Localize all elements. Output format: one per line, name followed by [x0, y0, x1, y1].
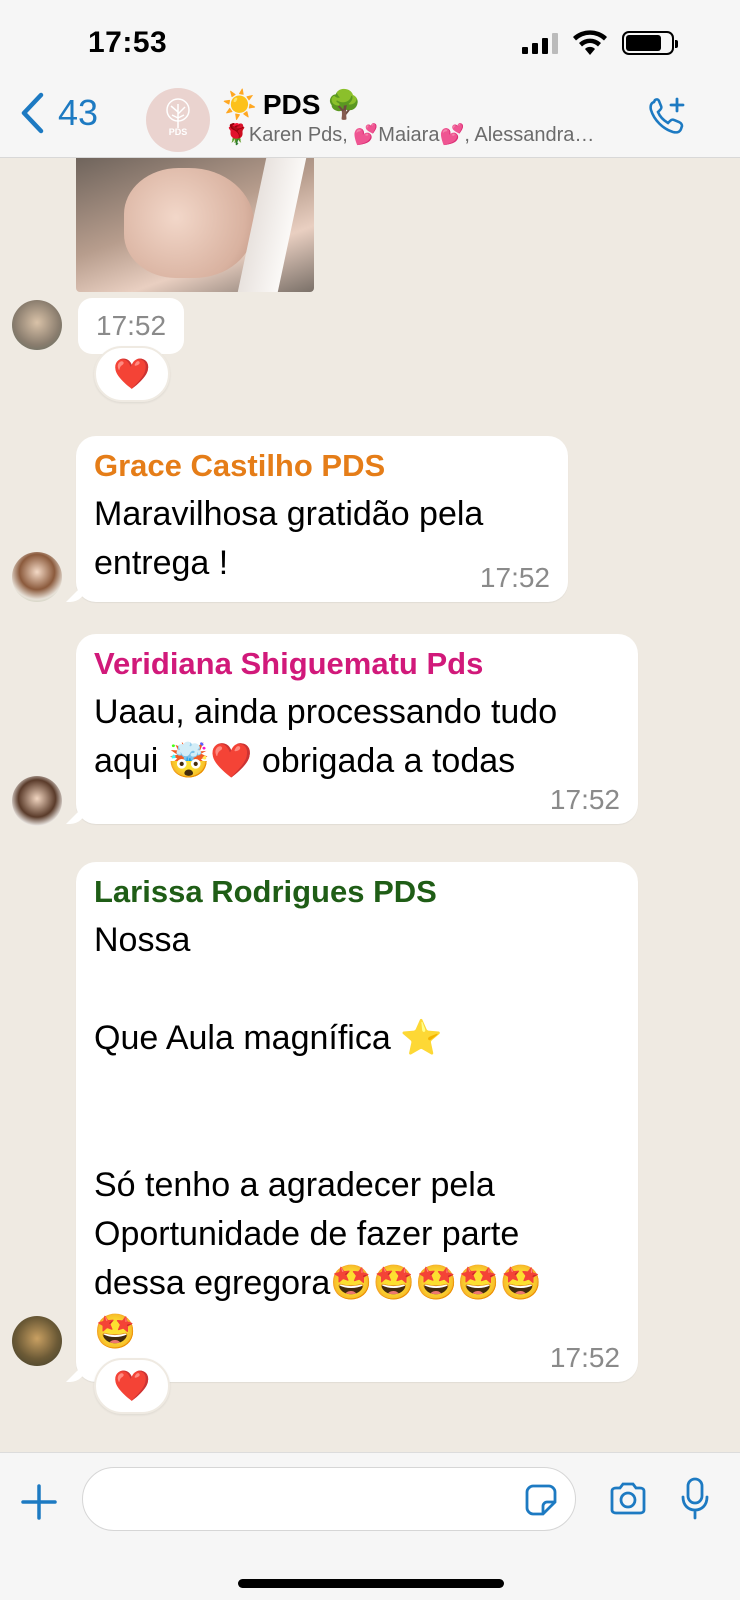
input-bar: [0, 1452, 740, 1600]
baby-fist-image: [124, 168, 254, 278]
avatar[interactable]: [12, 300, 62, 350]
sticker-icon: [525, 1484, 557, 1516]
chevron-left-icon: [21, 92, 44, 134]
mic-button[interactable]: [680, 1477, 710, 1526]
reaction-badge[interactable]: ❤️: [94, 346, 170, 402]
microphone-icon: [681, 1477, 709, 1520]
sun-emoji: ☀️: [222, 88, 257, 121]
sticker-button[interactable]: [524, 1483, 558, 1522]
group-avatar[interactable]: PDS: [146, 88, 210, 152]
unread-count: 43: [58, 92, 99, 133]
tree-logo-icon: [166, 98, 190, 128]
message-text: Nossa Que Aula magnífica ⭐ Só tenho a ag…: [94, 921, 542, 1351]
phone-plus-icon: [649, 97, 685, 134]
sender-name[interactable]: Larissa Rodrigues PDS: [94, 874, 620, 910]
battery-icon: [622, 31, 678, 55]
back-button[interactable]: 43: [20, 92, 98, 134]
chat-area[interactable]: 17:52 ❤️ Grace Castilho PDS Maravilhosa …: [0, 158, 740, 1452]
camera-button[interactable]: [608, 1481, 648, 1522]
message-time: 17:52: [479, 562, 550, 593]
camera-icon: [610, 1482, 646, 1515]
add-call-button[interactable]: [646, 96, 688, 143]
sender-name[interactable]: Veridiana Shiguematu Pds: [94, 646, 620, 682]
top-bar: 17:53 43 PDS ☀️ PDS 🌳 🌹Karen Pds, 💕Maiar…: [0, 0, 740, 158]
sender-name[interactable]: Grace Castilho PDS: [94, 448, 550, 484]
message-text: Uaau, ainda processando tudo aqui 🤯❤️ ob…: [94, 693, 558, 780]
message-time: 17:52: [549, 1342, 620, 1373]
status-time: 17:53: [88, 26, 168, 59]
message-time: 17:52: [549, 784, 620, 815]
avatar[interactable]: [12, 552, 62, 602]
message-bubble[interactable]: Grace Castilho PDS Maravilhosa gratidão …: [76, 436, 568, 602]
heart-reaction: ❤️: [113, 1368, 151, 1404]
message-input[interactable]: [82, 1467, 576, 1531]
reaction-badge[interactable]: ❤️: [94, 1358, 170, 1414]
chat-participants[interactable]: 🌹Karen Pds, 💕Maiara💕, Alessandra…: [224, 122, 624, 147]
message-bubble[interactable]: Larissa Rodrigues PDS Nossa Que Aula mag…: [76, 862, 638, 1382]
chat-title-text: PDS: [262, 88, 321, 120]
tree-emoji: 🌳: [326, 88, 362, 121]
chat-title[interactable]: ☀️ PDS 🌳: [222, 88, 361, 121]
wifi-icon: [573, 30, 607, 55]
media-image[interactable]: [76, 158, 314, 292]
signal-icon: [522, 32, 558, 54]
attach-button[interactable]: [20, 1483, 58, 1526]
status-icons: [522, 30, 678, 56]
message-bubble[interactable]: Veridiana Shiguematu Pds Uaau, ainda pro…: [76, 634, 638, 824]
plus-icon: [21, 1484, 57, 1520]
heart-reaction: ❤️: [113, 356, 151, 392]
avatar[interactable]: [12, 776, 62, 826]
avatar[interactable]: [12, 1316, 62, 1366]
home-indicator[interactable]: [238, 1579, 504, 1588]
